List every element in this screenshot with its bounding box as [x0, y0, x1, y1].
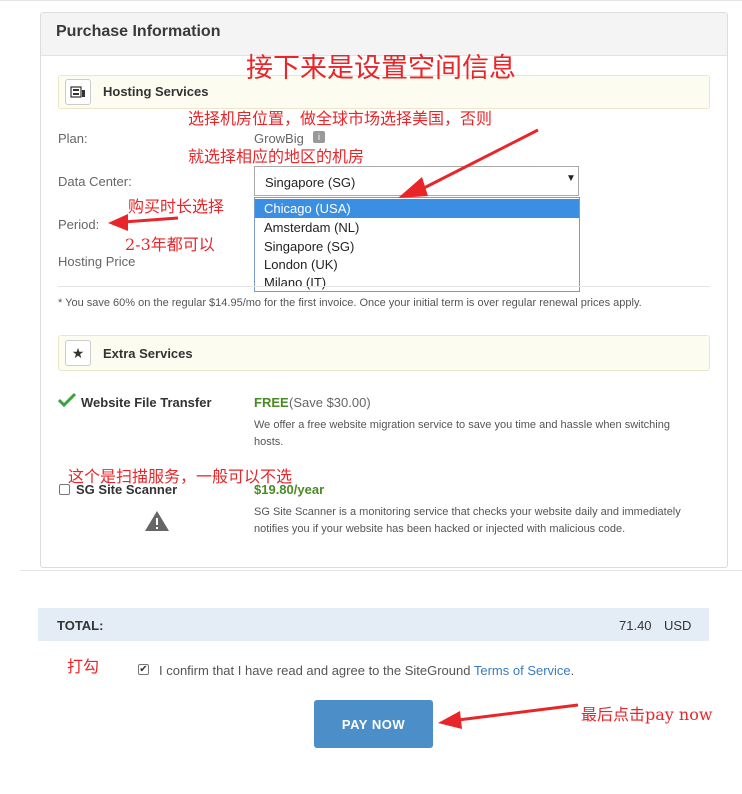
arrow-datacenter-head: [398, 177, 428, 198]
arrow-pay: [457, 703, 579, 722]
arrow-period: [123, 216, 179, 224]
arrow-period-head: [108, 214, 128, 231]
arrow-datacenter: [419, 128, 539, 192]
annotation-arrows: [108, 128, 579, 729]
arrow-pay-head: [438, 711, 462, 729]
